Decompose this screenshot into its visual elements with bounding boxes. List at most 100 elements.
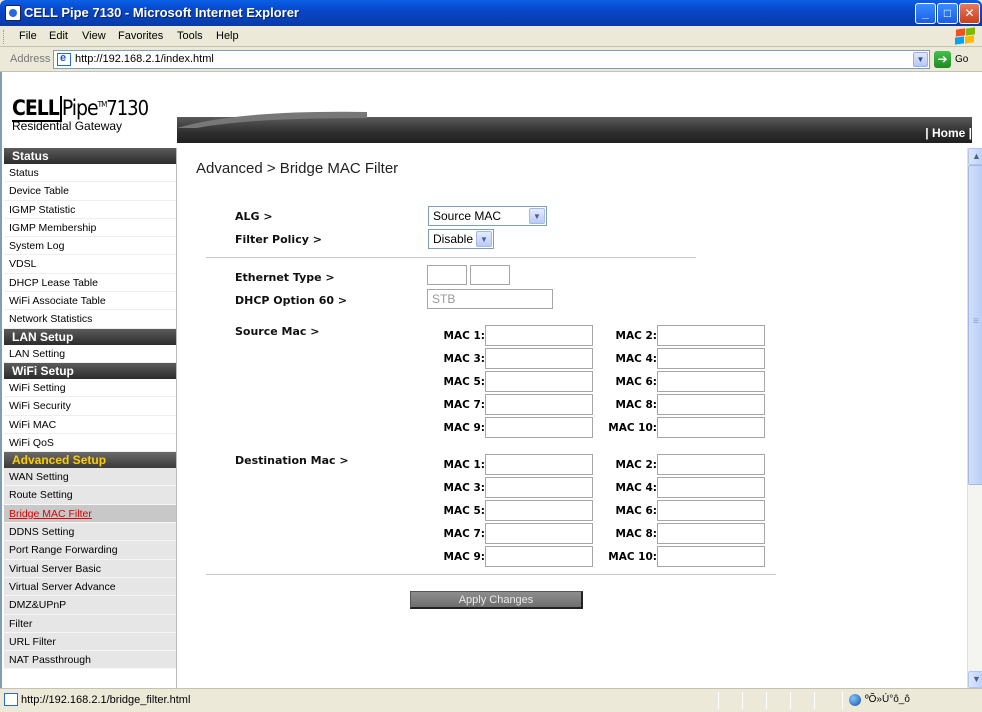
dest-mac-9-input[interactable] (485, 546, 593, 567)
sidebar-item-status[interactable]: Status (4, 164, 176, 183)
sidebar-item-device-table[interactable]: Device Table (4, 182, 176, 201)
source-mac-5-label: MAC 5: (443, 376, 485, 388)
dest-mac-5-input[interactable] (485, 500, 593, 521)
header-swoosh (177, 111, 367, 128)
source-mac-3-input[interactable] (485, 348, 593, 369)
dest-mac-6-label: MAC 6: (615, 505, 657, 517)
dest-mac-2-input[interactable] (657, 454, 765, 475)
dest-mac-6-input[interactable] (657, 500, 765, 521)
sidebar-item-wifi-security[interactable]: WiFi Security (4, 397, 176, 416)
source-mac-3-label: MAC 3: (443, 353, 485, 365)
sidebar-item-wifi-mac[interactable]: WiFi MAC (4, 416, 176, 434)
title-bar[interactable]: CELL Pipe 7130 - Microsoft Internet Expl… (0, 0, 982, 26)
source-mac-5-input[interactable] (485, 371, 593, 392)
dest-mac-1-label: MAC 1: (443, 459, 485, 471)
source-mac-10-input[interactable] (657, 417, 765, 438)
dest-mac-3-label: MAC 3: (443, 482, 485, 494)
status-separator (842, 692, 843, 709)
ethernet-type-input-2[interactable] (470, 265, 510, 285)
sidebar-item-vdsl[interactable]: VDSL (4, 255, 176, 274)
sidebar-item-virtual-server-advance[interactable]: Virtual Server Advance (4, 577, 176, 597)
sidebar-item-wifi-qos[interactable]: WiFi QoS (4, 434, 176, 453)
page-icon (4, 693, 18, 706)
sidebar-item-route-setting[interactable]: Route Setting (4, 486, 176, 505)
menu-file[interactable]: File (19, 30, 37, 42)
home-link[interactable]: | Home | (925, 126, 972, 140)
source-mac-6-input[interactable] (657, 371, 765, 392)
sidebar-item-port-range-forwarding[interactable]: Port Range Forwarding (4, 541, 176, 560)
sidebar-item-wifi-associate-table[interactable]: WiFi Associate Table (4, 292, 176, 311)
source-mac-4-input[interactable] (657, 348, 765, 369)
dhcp-option-60-input[interactable]: STB (427, 289, 553, 309)
go-button[interactable]: Go (955, 54, 968, 65)
window-title: CELL Pipe 7130 - Microsoft Internet Expl… (24, 5, 299, 20)
sidebar-item-virtual-server-basic[interactable]: Virtual Server Basic (4, 559, 176, 578)
status-bar: http://192.168.2.1/bridge_filter.html ºÕ… (0, 688, 982, 712)
sidebar-item-nat-passthrough[interactable]: NAT Passthrough (4, 651, 176, 670)
maximize-button[interactable]: □ (937, 3, 958, 24)
sidebar-item-wan-setting[interactable]: WAN Setting (4, 468, 176, 487)
source-mac-8-input[interactable] (657, 394, 765, 415)
menu-favorites[interactable]: Favorites (118, 30, 163, 42)
filter-policy-select[interactable]: Disable ▼ (428, 229, 494, 249)
source-mac-1-input[interactable] (485, 325, 593, 346)
sidebar-item-ddns-setting[interactable]: DDNS Setting (4, 523, 176, 542)
scroll-thumb[interactable] (968, 165, 982, 485)
alg-select[interactable]: Source MAC ▼ (428, 206, 547, 226)
sidebar-item-lan-setting[interactable]: LAN Setting (4, 345, 176, 363)
source-mac-2-input[interactable] (657, 325, 765, 346)
sidebar-item-bridge-mac-filter[interactable]: Bridge MAC Filter (4, 504, 176, 524)
page-icon (57, 52, 71, 66)
scroll-up-icon[interactable]: ▲ (968, 148, 982, 165)
source-mac-9-input[interactable] (485, 417, 593, 438)
sidebar-item-url-filter[interactable]: URL Filter (4, 632, 176, 652)
dest-mac-10-input[interactable] (657, 546, 765, 567)
scroll-down-icon[interactable]: ▼ (968, 671, 982, 688)
sidebar-heading-lan-setup: LAN Setup (4, 328, 176, 345)
close-button[interactable]: ✕ (959, 3, 980, 24)
dest-mac-1-input[interactable] (485, 454, 593, 475)
source-mac-7-input[interactable] (485, 394, 593, 415)
ethernet-type-input-1[interactable] (427, 265, 467, 285)
menu-edit[interactable]: Edit (49, 30, 68, 42)
menu-help[interactable]: Help (216, 30, 239, 42)
address-url: http://192.168.2.1/index.html (75, 53, 214, 65)
address-input[interactable]: http://192.168.2.1/index.html ▼ (53, 50, 930, 69)
dest-mac-4-label: MAC 4: (615, 482, 657, 494)
sidebar-item-filter[interactable]: Filter (4, 614, 176, 633)
menu-view[interactable]: View (82, 30, 106, 42)
alg-value: Source MAC (433, 209, 502, 223)
sidebar-item-system-log[interactable]: System Log (4, 237, 176, 256)
sidebar-item-network-statistics[interactable]: Network Statistics (4, 310, 176, 329)
brand-tagline: Residential Gateway (12, 119, 123, 133)
source-mac-10-label: MAC 10: (608, 422, 657, 434)
chevron-down-icon[interactable]: ▼ (476, 231, 492, 247)
sidebar-item-igmp-membership[interactable]: IGMP Membership (4, 219, 176, 238)
dest-mac-3-input[interactable] (485, 477, 593, 498)
source-mac-7-label: MAC 7: (443, 399, 485, 411)
status-separator (766, 692, 767, 709)
menu-tools[interactable]: Tools (177, 30, 203, 42)
sidebar-heading-status: Status (4, 148, 176, 164)
sidebar-item-dmz-upnp[interactable]: DMZ&UPnP (4, 596, 176, 615)
sidebar-heading-wifi-setup: WiFi Setup (4, 362, 176, 379)
filter-policy-label: Filter Policy > (235, 233, 322, 246)
chevron-down-icon[interactable]: ▼ (913, 52, 928, 67)
sidebar-item-dhcp-lease-table[interactable]: DHCP Lease Table (4, 274, 176, 293)
vertical-scrollbar[interactable]: ▲ ▼ (967, 148, 982, 688)
dest-mac-4-input[interactable] (657, 477, 765, 498)
sidebar-item-wifi-setting[interactable]: WiFi Setting (4, 379, 176, 398)
brand-pipe: Pipe (61, 96, 99, 120)
go-arrow-icon[interactable]: ➔ (934, 51, 951, 68)
dest-mac-8-input[interactable] (657, 523, 765, 544)
minimize-button[interactable]: _ (915, 3, 936, 24)
chevron-down-icon[interactable]: ▼ (529, 208, 545, 224)
sidebar-item-igmp-statistic[interactable]: IGMP Statistic (4, 201, 176, 219)
internet-zone-icon (849, 694, 861, 706)
apply-changes-button[interactable]: Apply Changes (410, 591, 583, 609)
ie-app-icon (5, 5, 21, 21)
divider (206, 574, 776, 575)
dest-mac-7-input[interactable] (485, 523, 593, 544)
sidebar: Status Status Device Table IGMP Statisti… (4, 148, 177, 688)
source-mac-1-label: MAC 1: (443, 330, 485, 342)
